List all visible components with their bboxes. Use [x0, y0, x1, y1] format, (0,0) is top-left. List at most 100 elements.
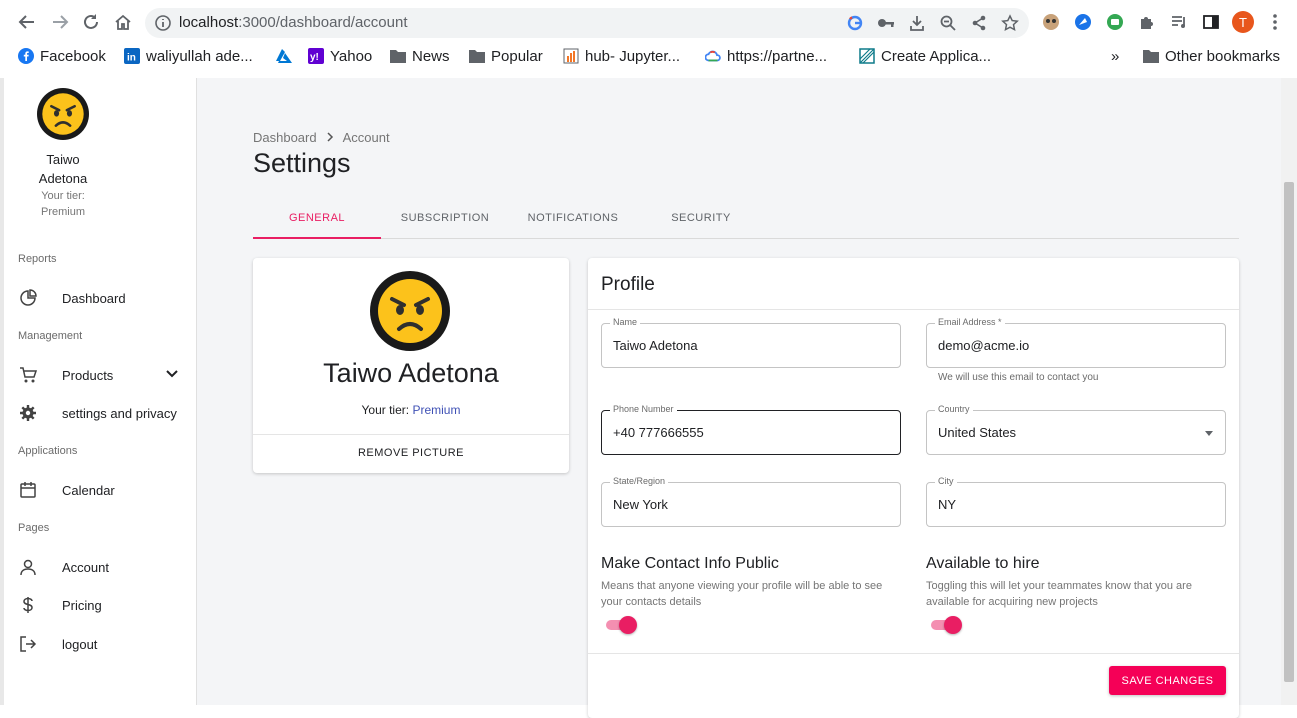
- extension-blue-icon[interactable]: [1072, 11, 1094, 33]
- avatar[interactable]: [37, 88, 89, 140]
- sidebar-item-dashboard[interactable]: Dashboard: [18, 286, 188, 310]
- email-helper-text: We will use this email to contact you: [938, 372, 1099, 383]
- bookmark-popular[interactable]: Popular: [469, 45, 543, 67]
- extension-green-icon[interactable]: [1104, 11, 1126, 33]
- url-text: localhost:3000/dashboard/account: [179, 14, 408, 31]
- section-reports: Reports: [18, 253, 57, 265]
- profile-picture-card: Taiwo Adetona Your tier: Premium REMOVE …: [253, 258, 569, 473]
- user-icon: [18, 557, 38, 577]
- sidebar-item-label: logout: [62, 636, 98, 652]
- form-footer-divider: [588, 653, 1239, 654]
- save-changes-button[interactable]: SAVE CHANGES: [1109, 666, 1226, 695]
- tab-notifications[interactable]: NOTIFICATIONS: [509, 198, 637, 238]
- sidebar-item-products[interactable]: Products: [18, 363, 188, 387]
- extension-face-icon[interactable]: [1040, 11, 1062, 33]
- svg-text:in: in: [127, 53, 136, 64]
- kebab-menu-icon[interactable]: [1264, 11, 1286, 33]
- yahoo-icon: y!: [308, 48, 324, 64]
- svg-text:y!: y!: [310, 52, 319, 63]
- breadcrumb-account: Account: [342, 130, 390, 145]
- contact-public-toggle[interactable]: [604, 616, 637, 634]
- pie-chart-icon: [18, 288, 38, 308]
- card-divider: [253, 434, 569, 435]
- other-bookmarks[interactable]: Other bookmarks: [1143, 45, 1280, 67]
- google-lens-icon[interactable]: [844, 13, 866, 33]
- city-field[interactable]: City NY: [926, 476, 1226, 527]
- breadcrumb-dashboard[interactable]: Dashboard: [253, 130, 317, 145]
- scrollbar-thumb[interactable]: [1284, 182, 1294, 682]
- facebook-icon: [18, 48, 34, 64]
- linkedin-icon: in: [124, 48, 140, 64]
- sidebar-item-label: Account: [62, 559, 109, 575]
- more-bookmarks-button[interactable]: »: [1111, 45, 1119, 67]
- zoom-icon[interactable]: [937, 13, 959, 33]
- jupyter-icon: [563, 48, 579, 64]
- browser-toolbar: localhost:3000/dashboard/account T: [0, 0, 1297, 44]
- email-field[interactable]: Email Address * demo@acme.io: [926, 317, 1226, 368]
- key-icon[interactable]: [875, 13, 897, 33]
- sidebar-item-pricing[interactable]: Pricing: [18, 593, 188, 617]
- profile-tier: Your tier: Premium: [361, 403, 461, 417]
- profile-avatar-large: [370, 271, 450, 351]
- profile-avatar[interactable]: T: [1232, 11, 1254, 33]
- main-content: Dashboard Account Settings GENERAL SUBSC…: [197, 78, 1281, 718]
- tab-general[interactable]: GENERAL: [253, 198, 381, 239]
- contact-public-title: Make Contact Info Public: [601, 555, 779, 572]
- settings-tabs: GENERAL SUBSCRIPTION NOTIFICATIONS SECUR…: [253, 198, 1239, 239]
- bookmark-star-icon[interactable]: [999, 13, 1021, 33]
- sidebar-item-calendar[interactable]: Calendar: [18, 478, 188, 502]
- tab-subscription[interactable]: SUBSCRIPTION: [381, 198, 509, 238]
- sidebar: Taiwo Adetona Your tier: Premium Reports…: [0, 78, 197, 705]
- remove-picture-button[interactable]: REMOVE PICTURE: [253, 447, 569, 459]
- bookmark-facebook[interactable]: Facebook: [18, 45, 106, 67]
- reading-list-icon[interactable]: [1168, 11, 1190, 33]
- azure-icon: [276, 48, 292, 64]
- form-header-divider: [588, 309, 1239, 310]
- sidebar-user-last-name: Adetona: [38, 171, 88, 186]
- contact-public-description: Means that anyone viewing your profile w…: [601, 580, 883, 608]
- google-cloud-icon: [705, 48, 721, 64]
- bookmark-partner[interactable]: https://partne...: [705, 45, 827, 67]
- logout-icon: [18, 634, 38, 654]
- page-title: Settings: [253, 148, 351, 178]
- install-icon[interactable]: [906, 13, 928, 33]
- site-info-icon[interactable]: [154, 14, 172, 32]
- side-panel-icon[interactable]: [1200, 11, 1222, 33]
- sidebar-user-first-name: Taiwo: [46, 152, 80, 167]
- extensions-puzzle-icon[interactable]: [1136, 11, 1158, 33]
- address-bar[interactable]: localhost:3000/dashboard/account: [145, 8, 1029, 38]
- bookmark-jupyter[interactable]: hub- Jupyter...: [563, 45, 680, 67]
- calendar-icon: [18, 480, 38, 500]
- dropdown-arrow-icon[interactable]: [1205, 431, 1213, 436]
- available-to-hire-toggle[interactable]: [929, 616, 962, 634]
- sidebar-item-account[interactable]: Account: [18, 555, 188, 579]
- country-select[interactable]: Country United States: [926, 404, 1226, 455]
- page-scrollbar[interactable]: [1281, 78, 1297, 705]
- bookmark-news[interactable]: News: [390, 45, 450, 67]
- sidebar-item-label: Products: [62, 367, 114, 383]
- sidebar-item-label: Calendar: [62, 482, 115, 498]
- name-field[interactable]: Name Taiwo Adetona: [601, 317, 901, 368]
- chevron-down-icon[interactable]: [164, 365, 180, 384]
- bookmark-create-app[interactable]: Create Applica...: [859, 45, 991, 67]
- tab-security[interactable]: SECURITY: [637, 198, 765, 238]
- home-icon[interactable]: [112, 11, 134, 33]
- folder-icon: [469, 48, 485, 64]
- folder-icon: [390, 48, 406, 64]
- forward-icon[interactable]: [49, 11, 71, 33]
- bookmark-linkedin[interactable]: in waliyullah ade...: [124, 45, 253, 67]
- tier-link[interactable]: Premium: [412, 403, 460, 417]
- state-field[interactable]: State/Region New York: [601, 476, 901, 527]
- back-icon[interactable]: [16, 11, 38, 33]
- bookmark-azure[interactable]: [276, 45, 292, 67]
- sidebar-item-logout[interactable]: logout: [18, 632, 188, 656]
- phone-field[interactable]: Phone Number +40 777666555: [601, 404, 901, 455]
- share-icon[interactable]: [968, 13, 990, 33]
- sidebar-edge: [0, 78, 4, 705]
- gear-icon: [18, 403, 38, 423]
- sidebar-tier-value: Premium: [40, 206, 85, 218]
- sidebar-item-settings[interactable]: settings and privacy: [18, 401, 188, 425]
- section-management: Management: [18, 330, 83, 342]
- bookmark-yahoo[interactable]: y! Yahoo: [308, 45, 372, 67]
- reload-icon[interactable]: [80, 11, 102, 33]
